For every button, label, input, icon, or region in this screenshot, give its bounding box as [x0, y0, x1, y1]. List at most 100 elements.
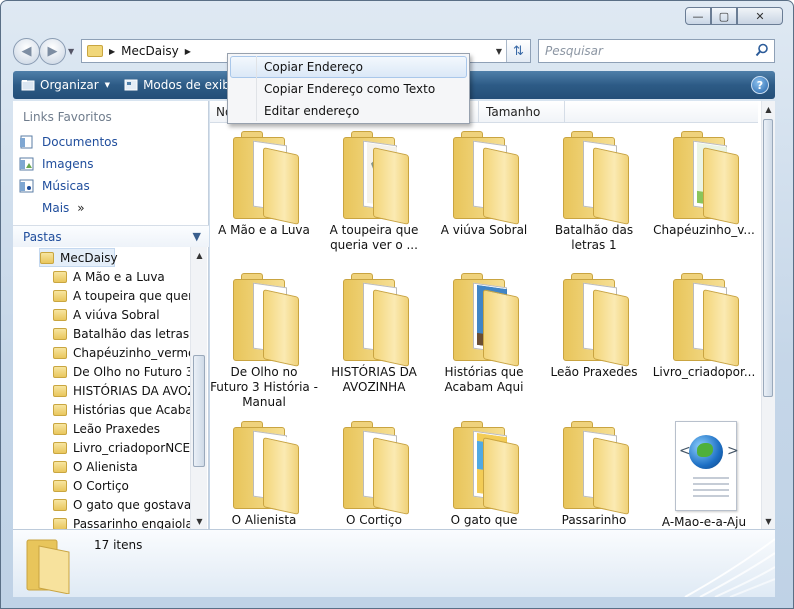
explorer-window: — ▢ ✕ ◀ ▶ ▼ ▶ MecDaisy ▶ ▼ ⇅ Pesquisar O…	[0, 0, 794, 609]
tree-item-label: Passarinho engaiolado	[73, 516, 197, 530]
column-divider[interactable]	[564, 101, 565, 123]
file-label: O gato que	[450, 513, 518, 527]
organize-button[interactable]: Organizar ▼	[21, 78, 110, 92]
favorite-documents[interactable]: Documentos	[19, 135, 118, 149]
html-document-icon: < >	[669, 421, 739, 513]
folder-icon	[337, 273, 411, 367]
refresh-button[interactable]: ⇅	[506, 40, 530, 62]
folder-icon	[667, 131, 741, 225]
file-item[interactable]: Livro_criadopor...	[650, 273, 758, 380]
menu-item-copy-address-as-text[interactable]: Copiar Endereço como Texto	[230, 78, 467, 100]
file-item[interactable]: A viúva Sobral	[430, 131, 538, 238]
folder-icon	[337, 131, 411, 225]
file-item[interactable]: O Cortiço	[320, 421, 428, 528]
close-button[interactable]: ✕	[737, 7, 783, 25]
folder-icon	[53, 289, 67, 302]
file-item[interactable]: De Olho no Futuro 3 História - Manual	[210, 273, 318, 410]
tree-item[interactable]: O Cortiço	[53, 476, 129, 495]
maximize-button[interactable]: ▢	[711, 7, 737, 25]
chevron-down-icon: ▼	[104, 81, 111, 89]
scroll-up-arrow[interactable]: ▲	[762, 101, 775, 117]
tree-item[interactable]: Histórias que Acabam	[53, 400, 197, 419]
file-item[interactable]: < > A-Mao-e-a-Aju	[650, 421, 758, 529]
tree-item-label: O Alienista	[73, 459, 138, 474]
file-label: Passarinho	[561, 513, 627, 527]
favorite-music[interactable]: Músicas	[19, 179, 90, 193]
menu-item-edit-address[interactable]: Editar endereço	[230, 100, 467, 122]
tree-item[interactable]: De Olho no Futuro 3 H	[53, 362, 197, 381]
search-icon[interactable]	[755, 43, 769, 57]
file-item[interactable]: O Alienista	[210, 421, 318, 528]
file-item[interactable]: O gato que	[430, 421, 538, 528]
file-item[interactable]: A Mão e a Luva	[210, 131, 318, 238]
menu-item-copy-address[interactable]: Copiar Endereço	[230, 56, 467, 78]
breadcrumb-mecdaisy[interactable]: MecDaisy	[121, 44, 179, 58]
column-size[interactable]: Tamanho	[486, 105, 540, 119]
tree-item-label: A toupeira que queria	[73, 288, 197, 303]
tree-item[interactable]: A Mão e a Luva	[53, 267, 165, 286]
help-button[interactable]: ?	[751, 76, 769, 94]
tree-item-label: O Cortiço	[73, 478, 129, 493]
scroll-down-arrow[interactable]: ▼	[191, 513, 208, 529]
tree-item[interactable]: Passarinho engaiolado	[53, 514, 197, 529]
address-dropdown-icon[interactable]: ▼	[496, 47, 502, 56]
file-item[interactable]: A toupeira que queria ver o ...	[320, 131, 428, 253]
search-box[interactable]: Pesquisar	[538, 39, 775, 63]
file-item[interactable]: Batalhão das letras 1	[540, 131, 648, 253]
tree-item-mecdaisy[interactable]: MecDaisy	[39, 248, 118, 267]
favorite-more[interactable]: Mais »	[42, 201, 85, 215]
folders-header[interactable]: Pastas ▼	[13, 225, 209, 247]
chevron-right-icon[interactable]: ▶	[185, 47, 191, 56]
tree-scrollbar[interactable]: ▲ ▼	[190, 247, 207, 529]
folder-icon	[26, 539, 70, 594]
file-item[interactable]: Chapéuzinho_v...	[650, 131, 758, 238]
navigation-buttons: ◀ ▶ ▼	[13, 38, 74, 65]
scroll-thumb[interactable]	[193, 355, 205, 467]
tree-item[interactable]: Chapéuzinho_vermelh	[53, 343, 197, 362]
folder-icon	[53, 422, 67, 435]
file-label: Livro_criadopor...	[652, 365, 756, 379]
file-item[interactable]: HISTÓRIAS DA AVOZINHA	[320, 273, 428, 395]
chevron-right-icon[interactable]: ▶	[109, 47, 115, 56]
tree-item-label: A viúva Sobral	[73, 307, 160, 322]
column-divider[interactable]	[478, 101, 479, 123]
search-input[interactable]: Pesquisar	[545, 44, 603, 58]
tree-item[interactable]: A viúva Sobral	[53, 305, 160, 324]
back-button[interactable]: ◀	[13, 38, 40, 65]
menu-gutter	[256, 56, 257, 121]
file-item[interactable]: Passarinho	[540, 421, 648, 528]
scroll-up-arrow[interactable]: ▲	[191, 247, 208, 263]
file-label: Leão Praxedes	[550, 365, 638, 379]
documents-icon	[20, 135, 33, 149]
file-label: A-Mao-e-a-Aju	[661, 515, 747, 529]
folder-icon	[557, 131, 631, 225]
tree-item[interactable]: O Alienista	[53, 457, 138, 476]
tree-item[interactable]: Livro_criadoporNCE	[53, 438, 190, 457]
tree-item[interactable]: Leão Praxedes	[53, 419, 160, 438]
forward-button[interactable]: ▶	[39, 38, 66, 65]
tree-item-label: Leão Praxedes	[73, 421, 161, 436]
favorite-label: Documentos	[42, 135, 118, 149]
scroll-down-arrow[interactable]: ▼	[762, 513, 775, 529]
tree-item-label: Livro_criadoporNCE	[73, 440, 191, 455]
tree-item-label: A Mão e a Luva	[73, 269, 165, 284]
scroll-thumb[interactable]	[763, 119, 773, 397]
icon-grid: A Mão e a Luva A toupeira que queria ver …	[210, 123, 758, 529]
content-scrollbar[interactable]: ▲ ▼	[761, 101, 775, 529]
tree-item[interactable]: Batalhão das letras 1	[53, 324, 197, 343]
tree-item[interactable]: O gato que gostava de	[53, 495, 197, 514]
tree-item[interactable]: A toupeira que queria	[53, 286, 197, 305]
chevron-down-icon[interactable]: ▼	[193, 230, 201, 243]
file-list: No Tamanho A Mão e a Luva A toupeira que …	[210, 101, 775, 529]
views-icon	[124, 79, 138, 91]
views-button[interactable]: Modos de exibi	[124, 78, 233, 92]
item-count: 17 itens	[94, 538, 143, 552]
folder-icon	[53, 384, 67, 397]
file-item[interactable]: Leão Praxedes	[540, 273, 648, 380]
tree-item[interactable]: HISTÓRIAS DA AVOZIN	[53, 381, 197, 400]
minimize-button[interactable]: —	[685, 7, 711, 25]
folder-icon	[53, 346, 67, 359]
recent-pages-dropdown[interactable]: ▼	[68, 47, 74, 56]
file-item[interactable]: Histórias que Acabam Aqui	[430, 273, 538, 395]
favorite-pictures[interactable]: Imagens	[19, 157, 93, 171]
